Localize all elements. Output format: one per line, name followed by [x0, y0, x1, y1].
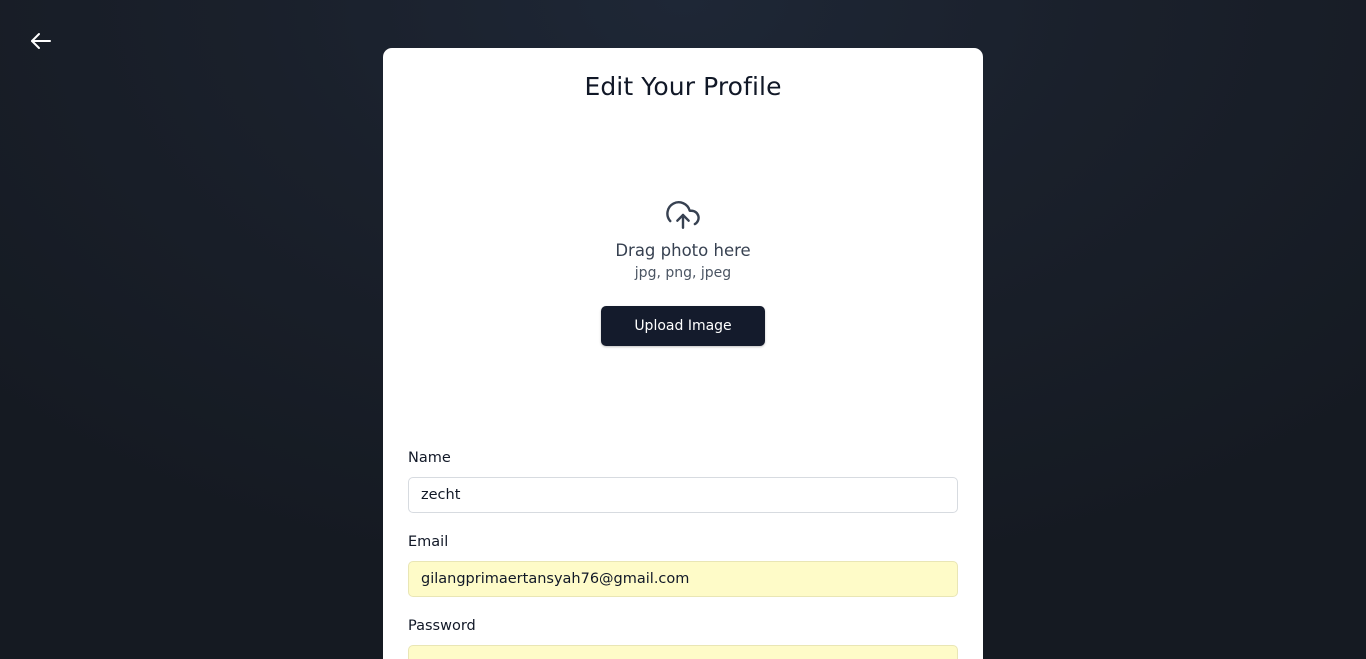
- accepted-formats-text: jpg, png, jpeg: [634, 265, 732, 281]
- email-label: Email: [408, 534, 449, 550]
- arrow-left-icon: [31, 33, 51, 49]
- name-input[interactable]: [408, 477, 958, 513]
- password-label: Password: [408, 618, 476, 634]
- email-input[interactable]: [408, 561, 958, 597]
- upload-image-button[interactable]: Upload Image: [601, 306, 765, 346]
- password-input[interactable]: [408, 645, 958, 659]
- password-field-group: Password: [408, 617, 958, 659]
- page-title: Edit Your Profile: [584, 72, 782, 101]
- drag-photo-text: Drag photo here: [615, 241, 751, 260]
- edit-profile-card: Edit Your Profile Drag photo here jpg, p…: [383, 48, 983, 659]
- photo-dropzone[interactable]: Drag photo here jpg, png, jpeg Upload Im…: [383, 198, 983, 346]
- back-button[interactable]: [28, 28, 54, 54]
- name-label: Name: [408, 450, 451, 466]
- cloud-upload-icon: [666, 201, 700, 229]
- email-field-group: Email: [408, 533, 958, 597]
- name-field-group: Name: [408, 449, 958, 513]
